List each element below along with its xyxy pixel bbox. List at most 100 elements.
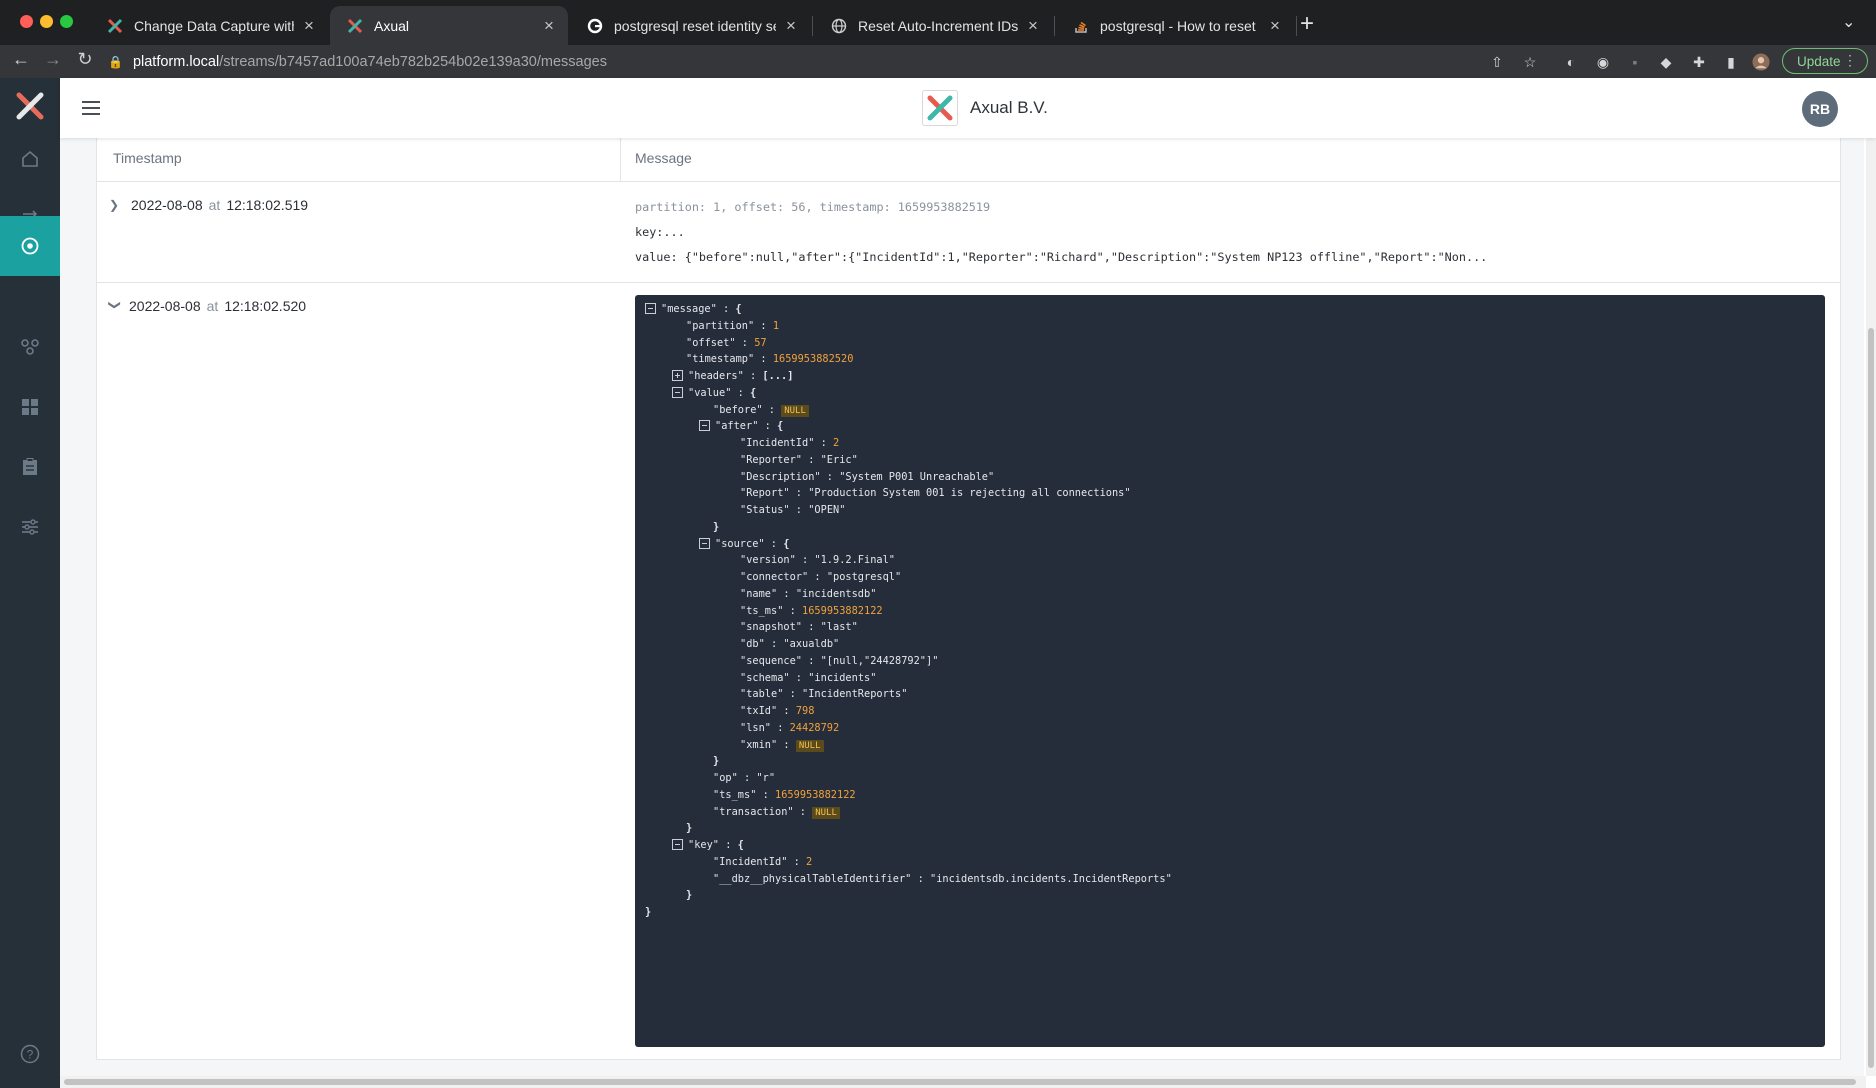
tab-title: postgresql reset identity seque [614,17,776,34]
json-line[interactable]: "message" : { [645,302,742,316]
browser-tab-4[interactable]: Reset Auto-Increment IDs in Po × [814,6,1052,45]
sidebar-item-stream-browse[interactable] [0,216,60,276]
browser-tab-2[interactable]: Axual × [330,6,568,45]
json-value: "postgresql" [826,571,902,583]
close-tab-icon[interactable]: × [782,16,800,36]
json-key: "source" [715,537,765,550]
sidebar-item-dashboard[interactable] [0,378,60,436]
horizontal-scrollbar[interactable] [60,1076,1866,1088]
json-value: } [645,906,652,918]
json-line[interactable]: "key" : { [672,838,744,852]
column-divider [620,138,621,182]
close-tab-icon[interactable]: × [1024,16,1042,36]
user-avatar[interactable]: RB [1802,91,1838,127]
extension-icon-2[interactable]: ◉ [1594,53,1612,71]
extension-icon-1[interactable]: ◐ [1562,53,1580,71]
json-line: "__dbz__physicalTableIdentifier" : "inci… [713,872,1172,886]
collapse-minus-icon[interactable] [645,303,656,314]
json-line: } [686,821,692,835]
json-key: "transaction" [713,805,794,818]
share-icon[interactable]: ⇧ [1488,53,1506,71]
bookmark-star-icon[interactable]: ☆ [1521,53,1539,71]
json-line[interactable]: "source" : { [699,537,789,551]
table-row[interactable]: ❯ 2022-08-08 at 12:18:02.519 partition: … [97,182,1840,283]
profile-icon[interactable] [1752,53,1770,71]
collapse-minus-icon[interactable] [699,537,710,549]
sidebar-item-clipboard[interactable] [0,438,60,496]
browser-tab-3[interactable]: postgresql reset identity seque × [570,6,810,45]
json-line[interactable]: "headers" : [...] [672,369,793,383]
sidebar-item-applications[interactable] [0,318,60,376]
collapse-minus-icon[interactable] [699,420,710,432]
close-tab-icon[interactable]: × [1266,16,1284,36]
row-timestamp[interactable]: ❯ 2022-08-08 at 12:18:02.519 [109,197,308,213]
help-circle-icon[interactable]: ? [20,1044,40,1064]
json-value: } [686,822,693,835]
row-time: 12:18:02.520 [224,298,307,314]
browser-tab-1[interactable]: Change Data Capture with Pos × [90,6,328,45]
message-value: value: {"before":null,"after":{"Incident… [635,250,1488,264]
json-key: "Reporter" [740,453,802,466]
reload-icon[interactable]: ↻ [73,49,97,70]
json-value: { [783,537,790,550]
json-line: "db" : "axualdb" [740,637,839,651]
chevron-down-icon[interactable]: ❯ [108,300,122,312]
json-separator: : [719,839,738,851]
scrollbar-thumb[interactable] [64,1079,1856,1085]
side-panel-icon[interactable]: ▮ [1722,53,1740,71]
json-separator: : [716,303,736,315]
extension-icon-4[interactable]: ◆ [1657,53,1675,71]
json-line: "sequence" : "[null,"24428792"]" [740,654,938,668]
lock-icon: 🔒 [108,54,123,69]
collapse-minus-icon[interactable] [672,839,683,850]
scrollbar-thumb[interactable] [1868,328,1874,1068]
json-line: "schema" : "incidents" [740,671,876,685]
json-line: } [686,888,692,902]
json-separator: : [777,587,796,600]
target-icon [21,237,39,255]
json-key: "ts_ms" [740,604,784,617]
extension-icon-3[interactable]: ▪ [1626,53,1644,71]
json-key: "timestamp" [686,353,755,366]
window-zoom-button[interactable] [60,15,73,28]
menu-hamburger-icon[interactable] [82,101,100,119]
json-value: 1659953882520 [772,353,854,366]
json-line: "timestamp" : 1659953882520 [686,352,853,366]
sidebar-item-home[interactable] [0,130,60,188]
json-separator: : [764,537,784,550]
json-value: { [777,420,784,433]
json-line: "IncidentId" : 2 [740,436,839,450]
close-tab-icon[interactable]: × [300,16,318,36]
url-bar[interactable]: 🔒 platform.local/streams/b7457ad100a74eb… [108,48,1488,75]
browser-tab-5[interactable]: postgresql - How to reset sequ × [1056,6,1294,45]
window-close-button[interactable] [20,15,33,28]
back-arrow-icon[interactable]: ← [9,49,33,70]
sidebar-item-settings[interactable] [0,498,60,556]
new-tab-plus-icon[interactable]: + [1300,10,1314,38]
json-value: 1659953882122 [775,788,856,801]
expand-plus-icon[interactable] [672,370,683,381]
json-viewer: "message" : {"partition" : 1 "offset" : 5… [635,295,1825,1047]
vertical-scrollbar[interactable] [1866,138,1876,1076]
window-minimize-button[interactable] [40,15,53,28]
column-header-message[interactable]: Message [635,150,692,166]
json-value: 24428792 [789,721,840,734]
axual-logo-icon[interactable] [16,92,44,125]
close-tab-icon[interactable]: × [540,16,558,36]
tab-search-chevron-icon[interactable]: ⌄ [1842,12,1855,32]
json-value: { [750,386,757,399]
json-line[interactable]: "after" : { [699,419,783,433]
row-timestamp-expanded[interactable]: ❯ 2022-08-08 at 12:18:02.520 [108,298,307,314]
forward-arrow-icon[interactable]: → [41,49,65,70]
update-button[interactable]: Update ⋮ [1782,48,1868,74]
message-meta: partition: 1, offset: 56, timestamp: 165… [635,200,991,214]
collapse-minus-icon[interactable] [672,386,683,398]
json-key: "connector" [740,571,809,583]
json-line: "txId" : 798 [740,704,814,718]
chevron-right-icon[interactable]: ❯ [109,198,125,212]
puzzle-icon[interactable]: ✚ [1690,53,1708,71]
json-key: "xmin" [740,738,778,751]
json-line[interactable]: "value" : { [672,386,756,400]
column-header-timestamp[interactable]: Timestamp [113,150,182,166]
json-line: "offset" : 57 [686,336,767,350]
